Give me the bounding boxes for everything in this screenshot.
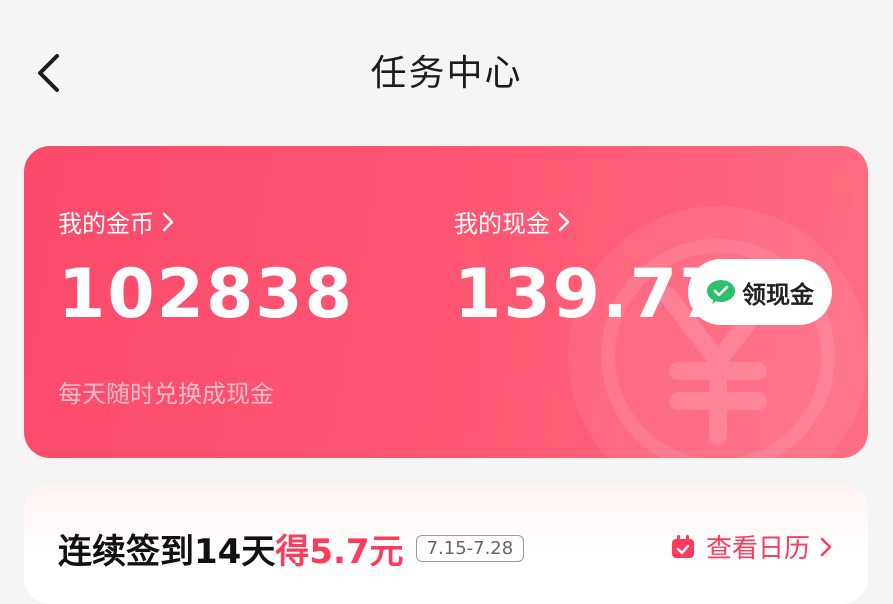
- calendar-label: 查看日历: [705, 534, 810, 564]
- checkin-reward: 得5.7元: [275, 532, 404, 572]
- exchange-hint: 每天随时兑换成现金: [58, 380, 274, 408]
- cash-section[interactable]: 我的现金 139.77: [454, 204, 728, 333]
- top-nav: 任务中心: [0, 0, 893, 140]
- calendar-icon: [671, 534, 694, 558]
- chevron-right-icon: [162, 212, 174, 231]
- chevron-right-icon: [558, 212, 570, 231]
- coins-label: 我的金币: [58, 210, 154, 238]
- wallet-card: 我的金币 102838 我的现金 139.77 领现金 每天随时兑换成现金: [24, 146, 868, 458]
- page-title: 任务中心: [370, 53, 523, 94]
- chevron-right-icon: [820, 537, 832, 556]
- checkin-banner: 连续签到14天 得5.7元 7.15-7.28: [58, 524, 525, 573]
- cash-label: 我的现金: [454, 210, 550, 238]
- withdraw-cash-button[interactable]: 领现金: [688, 259, 832, 325]
- checkin-date-range: 7.15-7.28: [415, 535, 525, 562]
- coins-section[interactable]: 我的金币 102838: [58, 204, 354, 333]
- view-calendar-button[interactable]: 查看日历: [670, 528, 832, 565]
- coins-value: 102838: [58, 255, 354, 334]
- checkin-title: 连续签到14天: [58, 532, 276, 572]
- checkin-card: 连续签到14天 得5.7元 7.15-7.28 查看日历: [24, 484, 868, 604]
- withdraw-label: 领现金: [742, 280, 814, 309]
- wechat-icon: [707, 280, 735, 304]
